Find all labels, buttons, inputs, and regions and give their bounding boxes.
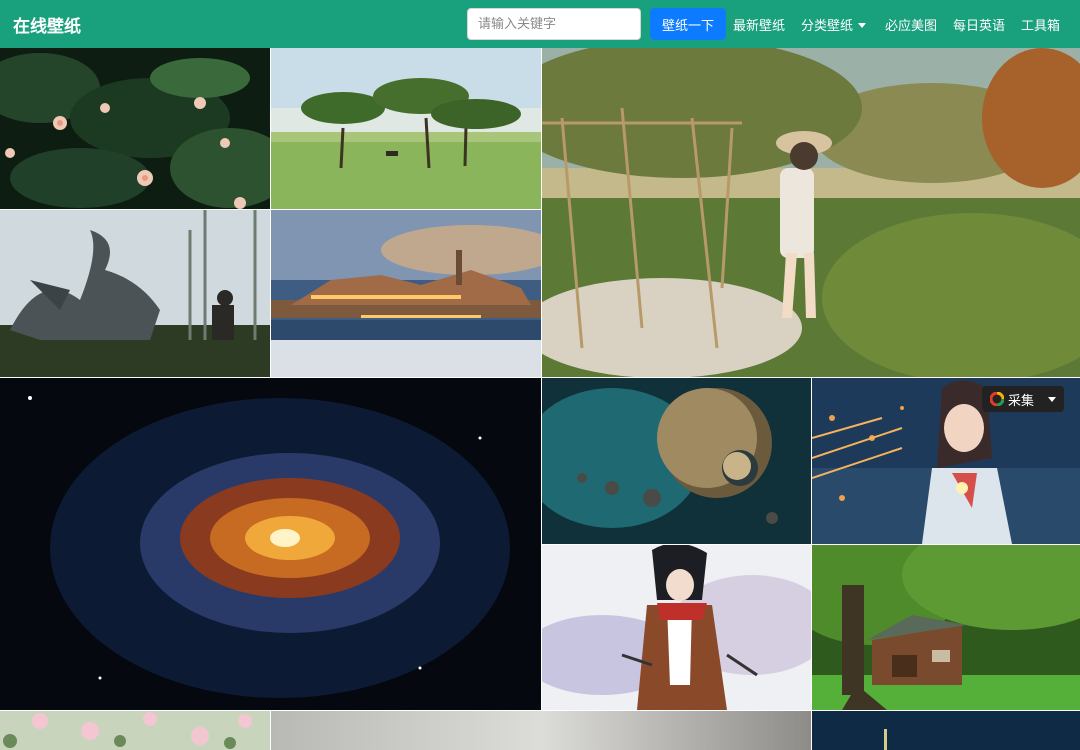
- nav-bing-images[interactable]: 必应美图: [885, 15, 937, 34]
- top-navbar: 在线壁纸 壁纸一下 最新壁纸 分类壁纸 必应美图 每日英语 工具箱: [0, 0, 1080, 48]
- chevron-down-icon: [858, 23, 867, 28]
- wallpaper-night-sky[interactable]: [812, 711, 1080, 750]
- collect-logo-icon: [990, 392, 1004, 406]
- nav-toolbox[interactable]: 工具箱: [1021, 15, 1060, 34]
- nav-daily-english[interactable]: 每日英语: [953, 15, 1005, 34]
- wallpaper-anime-warrior[interactable]: [542, 545, 811, 710]
- nav-latest-wallpapers[interactable]: 最新壁纸: [733, 15, 785, 34]
- nav-category-wallpapers[interactable]: 分类壁纸: [801, 15, 867, 34]
- wallpaper-galaxy-spiral[interactable]: [0, 378, 541, 710]
- wallpaper-tree-cabin[interactable]: [812, 545, 1080, 710]
- collect-dropdown-icon[interactable]: [1048, 397, 1056, 402]
- wallpaper-acacia-savanna[interactable]: [271, 48, 541, 209]
- wallpaper-dragon-knight[interactable]: [0, 210, 270, 377]
- wallpaper-planet-asteroids[interactable]: [542, 378, 811, 544]
- wallpaper-cherry-blossom[interactable]: [0, 711, 270, 750]
- wallpaper-grey-mist[interactable]: [271, 711, 811, 750]
- wallpaper-anime-girl-field[interactable]: [542, 48, 1080, 377]
- nav-category-label: 分类壁纸: [801, 19, 854, 34]
- site-brand[interactable]: 在线壁纸: [13, 12, 81, 37]
- collect-label: 采集: [1008, 394, 1035, 409]
- collect-button[interactable]: 采集: [982, 386, 1064, 412]
- wallpaper-flowering-shrub[interactable]: [0, 48, 270, 209]
- search-button[interactable]: 壁纸一下: [650, 8, 726, 40]
- search-input[interactable]: [467, 8, 641, 40]
- wallpaper-castle-lakeside[interactable]: [271, 210, 541, 377]
